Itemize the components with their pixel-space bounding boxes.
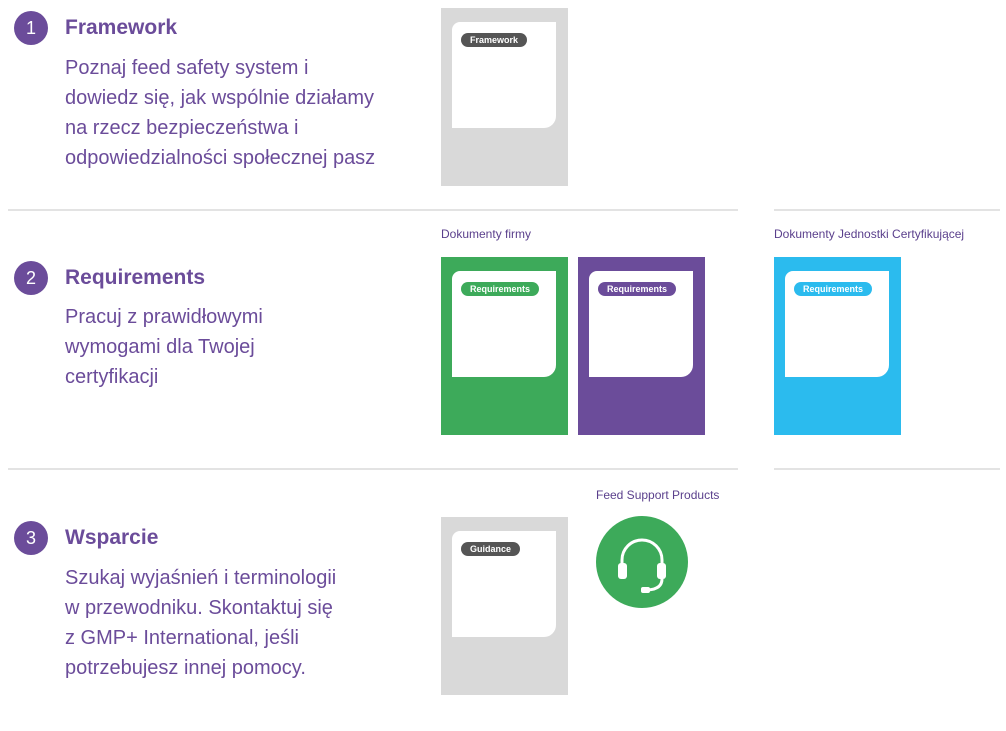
headset-icon (618, 538, 666, 593)
divider (8, 209, 738, 211)
support-button[interactable] (596, 516, 688, 608)
divider (774, 468, 1000, 470)
step-number-3: 3 (14, 521, 48, 555)
group-label-certification-body-documents: Dokumenty Jednostki Certyfikującej (774, 227, 965, 241)
requirements-card-green[interactable]: Requirements (441, 257, 568, 435)
divider (8, 468, 738, 470)
section-title-framework: Framework (65, 16, 178, 39)
guidance-badge: Guidance (461, 542, 521, 556)
support-label: Feed Support Products (596, 488, 720, 502)
requirements-badge: Requirements (794, 282, 873, 296)
section-description-requirements: Pracuj z prawidłowymi wymogami dla Twoje… (65, 306, 263, 388)
guidance-document-card[interactable]: Guidance (441, 517, 568, 695)
requirements-badge: Requirements (598, 282, 677, 296)
step-number-2: 2 (14, 261, 48, 295)
group-label-company-documents: Dokumenty firmy (441, 227, 532, 241)
section-description-support: Szukaj wyjaśnień i terminologii w przewo… (65, 567, 337, 679)
requirements-badge: Requirements (461, 282, 540, 296)
step-number-1: 1 (14, 11, 48, 45)
framework-document-card[interactable]: Framework (441, 8, 568, 186)
framework-badge: Framework (461, 33, 528, 47)
requirements-card-purple[interactable]: Requirements (578, 257, 705, 435)
section-title-requirements: Requirements (65, 266, 206, 289)
section-description-framework: Poznaj feed safety system i dowiedz się,… (65, 57, 376, 169)
section-title-support: Wsparcie (65, 526, 159, 549)
requirements-card-blue[interactable]: Requirements (774, 257, 901, 435)
divider (774, 209, 1000, 211)
